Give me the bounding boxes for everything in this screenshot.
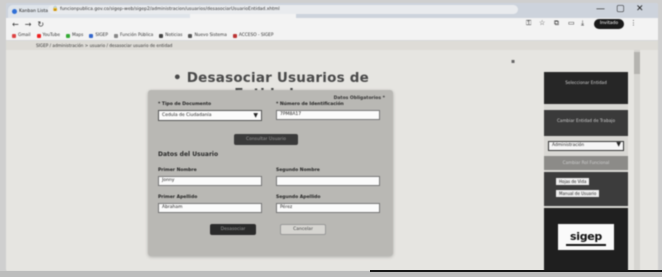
extensions-icon[interactable]: ⧉: [554, 19, 559, 28]
change-role-tile[interactable]: Cambiar Rol Funcional: [544, 156, 628, 170]
back-icon[interactable]: ←: [12, 20, 19, 29]
bookmark-item[interactable]: YouTube: [36, 33, 60, 38]
bookmark-item[interactable]: ACCESO - SIGEP: [232, 33, 274, 38]
screen: Kanban Lista Dinero Cloud Login ✕ Inicio…: [6, 3, 658, 271]
doc-number-field[interactable]: 7PM8A17: [276, 110, 380, 120]
key-icon[interactable]: ⚿: [526, 19, 531, 28]
decorative-mark: ▪: [511, 58, 516, 65]
second-name-field[interactable]: [276, 176, 380, 186]
bookmark-item[interactable]: Nuevo Sistema: [188, 33, 227, 38]
close-window-button[interactable]: ✕: [636, 4, 644, 14]
scrollbar[interactable]: [634, 50, 640, 271]
first-surname-label: Primer Apellido: [158, 195, 198, 200]
second-name-label: Segundo Nombre: [276, 168, 320, 173]
bookmark-item[interactable]: Maps: [66, 33, 83, 38]
first-name-field[interactable]: Jonny: [158, 176, 262, 186]
first-surname-field[interactable]: Abraham: [158, 203, 262, 213]
tab-favicon: [12, 9, 17, 14]
right-sidebar: Seleccionar Entidad Cambiar Entidad de T…: [544, 72, 628, 271]
chevron-down-icon: ▼: [253, 112, 258, 119]
doc-type-label: * Tipo de Documento: [158, 102, 212, 107]
reload-icon[interactable]: ↻: [37, 20, 44, 29]
profile-button[interactable]: Invitado: [594, 19, 624, 29]
user-section-title: Datos del Usuario: [158, 151, 219, 158]
resumes-link[interactable]: Hojas de Vida: [556, 178, 590, 185]
maximize-button[interactable]: ▢: [616, 4, 625, 14]
page-content: • Desasociar Usuarios de Entidad • Datos…: [6, 50, 658, 271]
bookmark-item[interactable]: Función Pública: [113, 33, 153, 38]
second-surname-field[interactable]: Pérez: [276, 203, 380, 213]
breadcrumb: SIGEP / administración > usuario / desas…: [6, 41, 658, 50]
bookmark-item[interactable]: Gmail: [12, 33, 31, 38]
entity-select[interactable]: Administración ▼: [548, 141, 624, 151]
chevron-down-icon: ▼: [616, 141, 621, 148]
doc-type-select[interactable]: Cedula de Ciudadanía ▼: [158, 110, 262, 121]
bookmark-item[interactable]: Noticias: [159, 33, 182, 38]
scrollbar-thumb[interactable]: [634, 52, 640, 74]
address-bar[interactable]: 🔒 funcionpublica.gov.co/sigep-web/sigep2…: [48, 5, 518, 14]
lock-icon: 🔒: [52, 6, 59, 12]
doc-type-value: Cedula de Ciudadanía: [162, 113, 212, 118]
browser-toolbar: ← → ↻: [6, 18, 658, 31]
download-icon[interactable]: ⤓: [581, 19, 584, 28]
menu-icon[interactable]: ⋮: [630, 19, 637, 27]
required-note: Datos Obligatorios *: [333, 96, 385, 101]
sigep-logo: sigep: [558, 224, 614, 250]
search-user-button[interactable]: Consultar Usuario: [234, 134, 298, 145]
doc-number-label: * Número de Identificación: [276, 102, 344, 107]
bookmarks-bar: Gmail YouTube Maps SIGEP Función Pública…: [6, 31, 658, 41]
entity-select-value: Administración: [552, 143, 585, 148]
form-card: Datos Obligatorios * * Tipo de Documento…: [148, 90, 393, 256]
disassociate-button[interactable]: Desasociar: [210, 224, 256, 235]
minimize-button[interactable]: —: [596, 4, 605, 14]
star-icon[interactable]: ☆: [539, 19, 545, 27]
first-name-label: Primer Nombre: [158, 168, 197, 173]
bookmark-item[interactable]: SIGEP: [89, 33, 108, 38]
url-text: funcionpublica.gov.co/sigep-web/sigep2/a…: [60, 7, 280, 12]
select-entity-tile[interactable]: Seleccionar Entidad: [544, 72, 628, 104]
change-entity-tile[interactable]: Cambiar Entidad de Trabajo: [544, 110, 628, 136]
user-manual-link[interactable]: Manual de Usuario: [556, 190, 600, 197]
cancel-button[interactable]: Cancelar: [280, 224, 326, 235]
sidepanel-icon[interactable]: ▭: [568, 19, 575, 27]
second-surname-label: Segundo Apellido: [276, 195, 321, 200]
forward-icon[interactable]: →: [25, 20, 32, 29]
desk-edge: [370, 270, 662, 272]
